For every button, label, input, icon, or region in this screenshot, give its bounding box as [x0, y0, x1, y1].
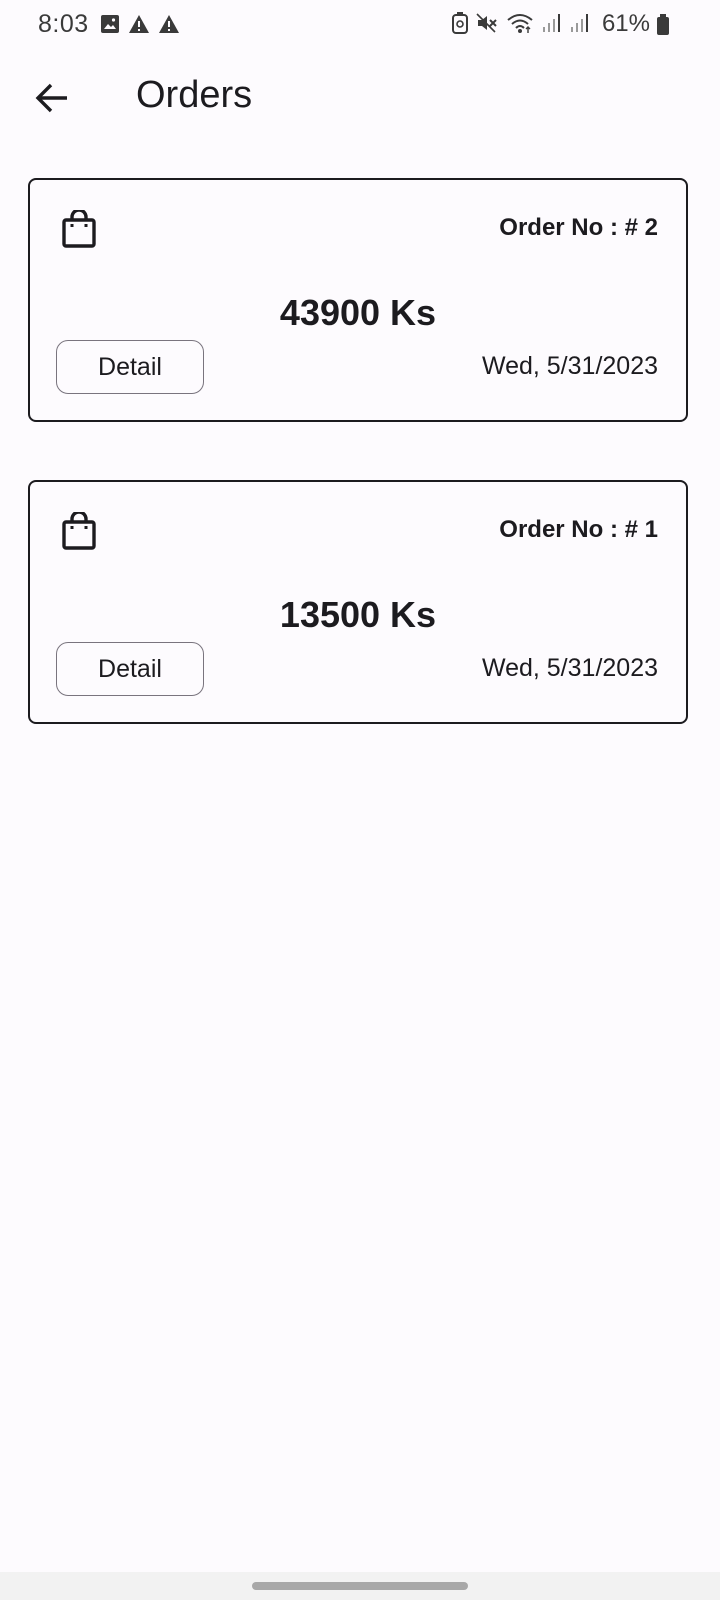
order-card: Order No : # 1 13500 Ks Detail Wed, 5/31… [28, 480, 688, 724]
wifi-icon [506, 12, 534, 34]
warning-icon [128, 14, 150, 34]
mute-icon [476, 13, 498, 33]
home-gesture-handle[interactable] [252, 1582, 468, 1590]
order-amount: 13500 Ks [279, 594, 437, 635]
navigation-bar [0, 1572, 720, 1600]
arrow-back-icon [35, 83, 69, 113]
order-date: Wed, 5/31/2023 [481, 352, 658, 380]
signal-icon [570, 13, 590, 33]
app-bar: Orders [0, 56, 720, 140]
image-icon [100, 14, 120, 34]
back-button[interactable] [24, 70, 80, 126]
order-date: Wed, 5/31/2023 [481, 654, 658, 682]
signal-icon [542, 13, 562, 33]
status-system-icons [452, 12, 590, 34]
order-card: Order No : # 2 43900 Ks Detail Wed, 5/31… [28, 178, 688, 422]
battery-saver-icon [452, 12, 468, 34]
shopping-bag-icon [62, 512, 96, 550]
order-amount: 43900 Ks [279, 292, 437, 333]
order-number: Order No : # 1 [499, 516, 658, 543]
shopping-bag-icon [62, 210, 96, 248]
battery-percentage: 61% [601, 10, 650, 37]
detail-button[interactable]: Detail [56, 340, 204, 394]
page-title: Orders [136, 74, 253, 116]
detail-button[interactable]: Detail [56, 642, 204, 696]
status-time: 8:03 [38, 10, 89, 38]
status-notification-icons [100, 14, 180, 34]
battery-icon [656, 14, 670, 36]
order-number: Order No : # 2 [499, 214, 658, 241]
orders-list: Order No : # 2 43900 Ks Detail Wed, 5/31… [28, 178, 692, 782]
warning-icon [158, 14, 180, 34]
status-bar: 8:03 61% [0, 0, 720, 52]
